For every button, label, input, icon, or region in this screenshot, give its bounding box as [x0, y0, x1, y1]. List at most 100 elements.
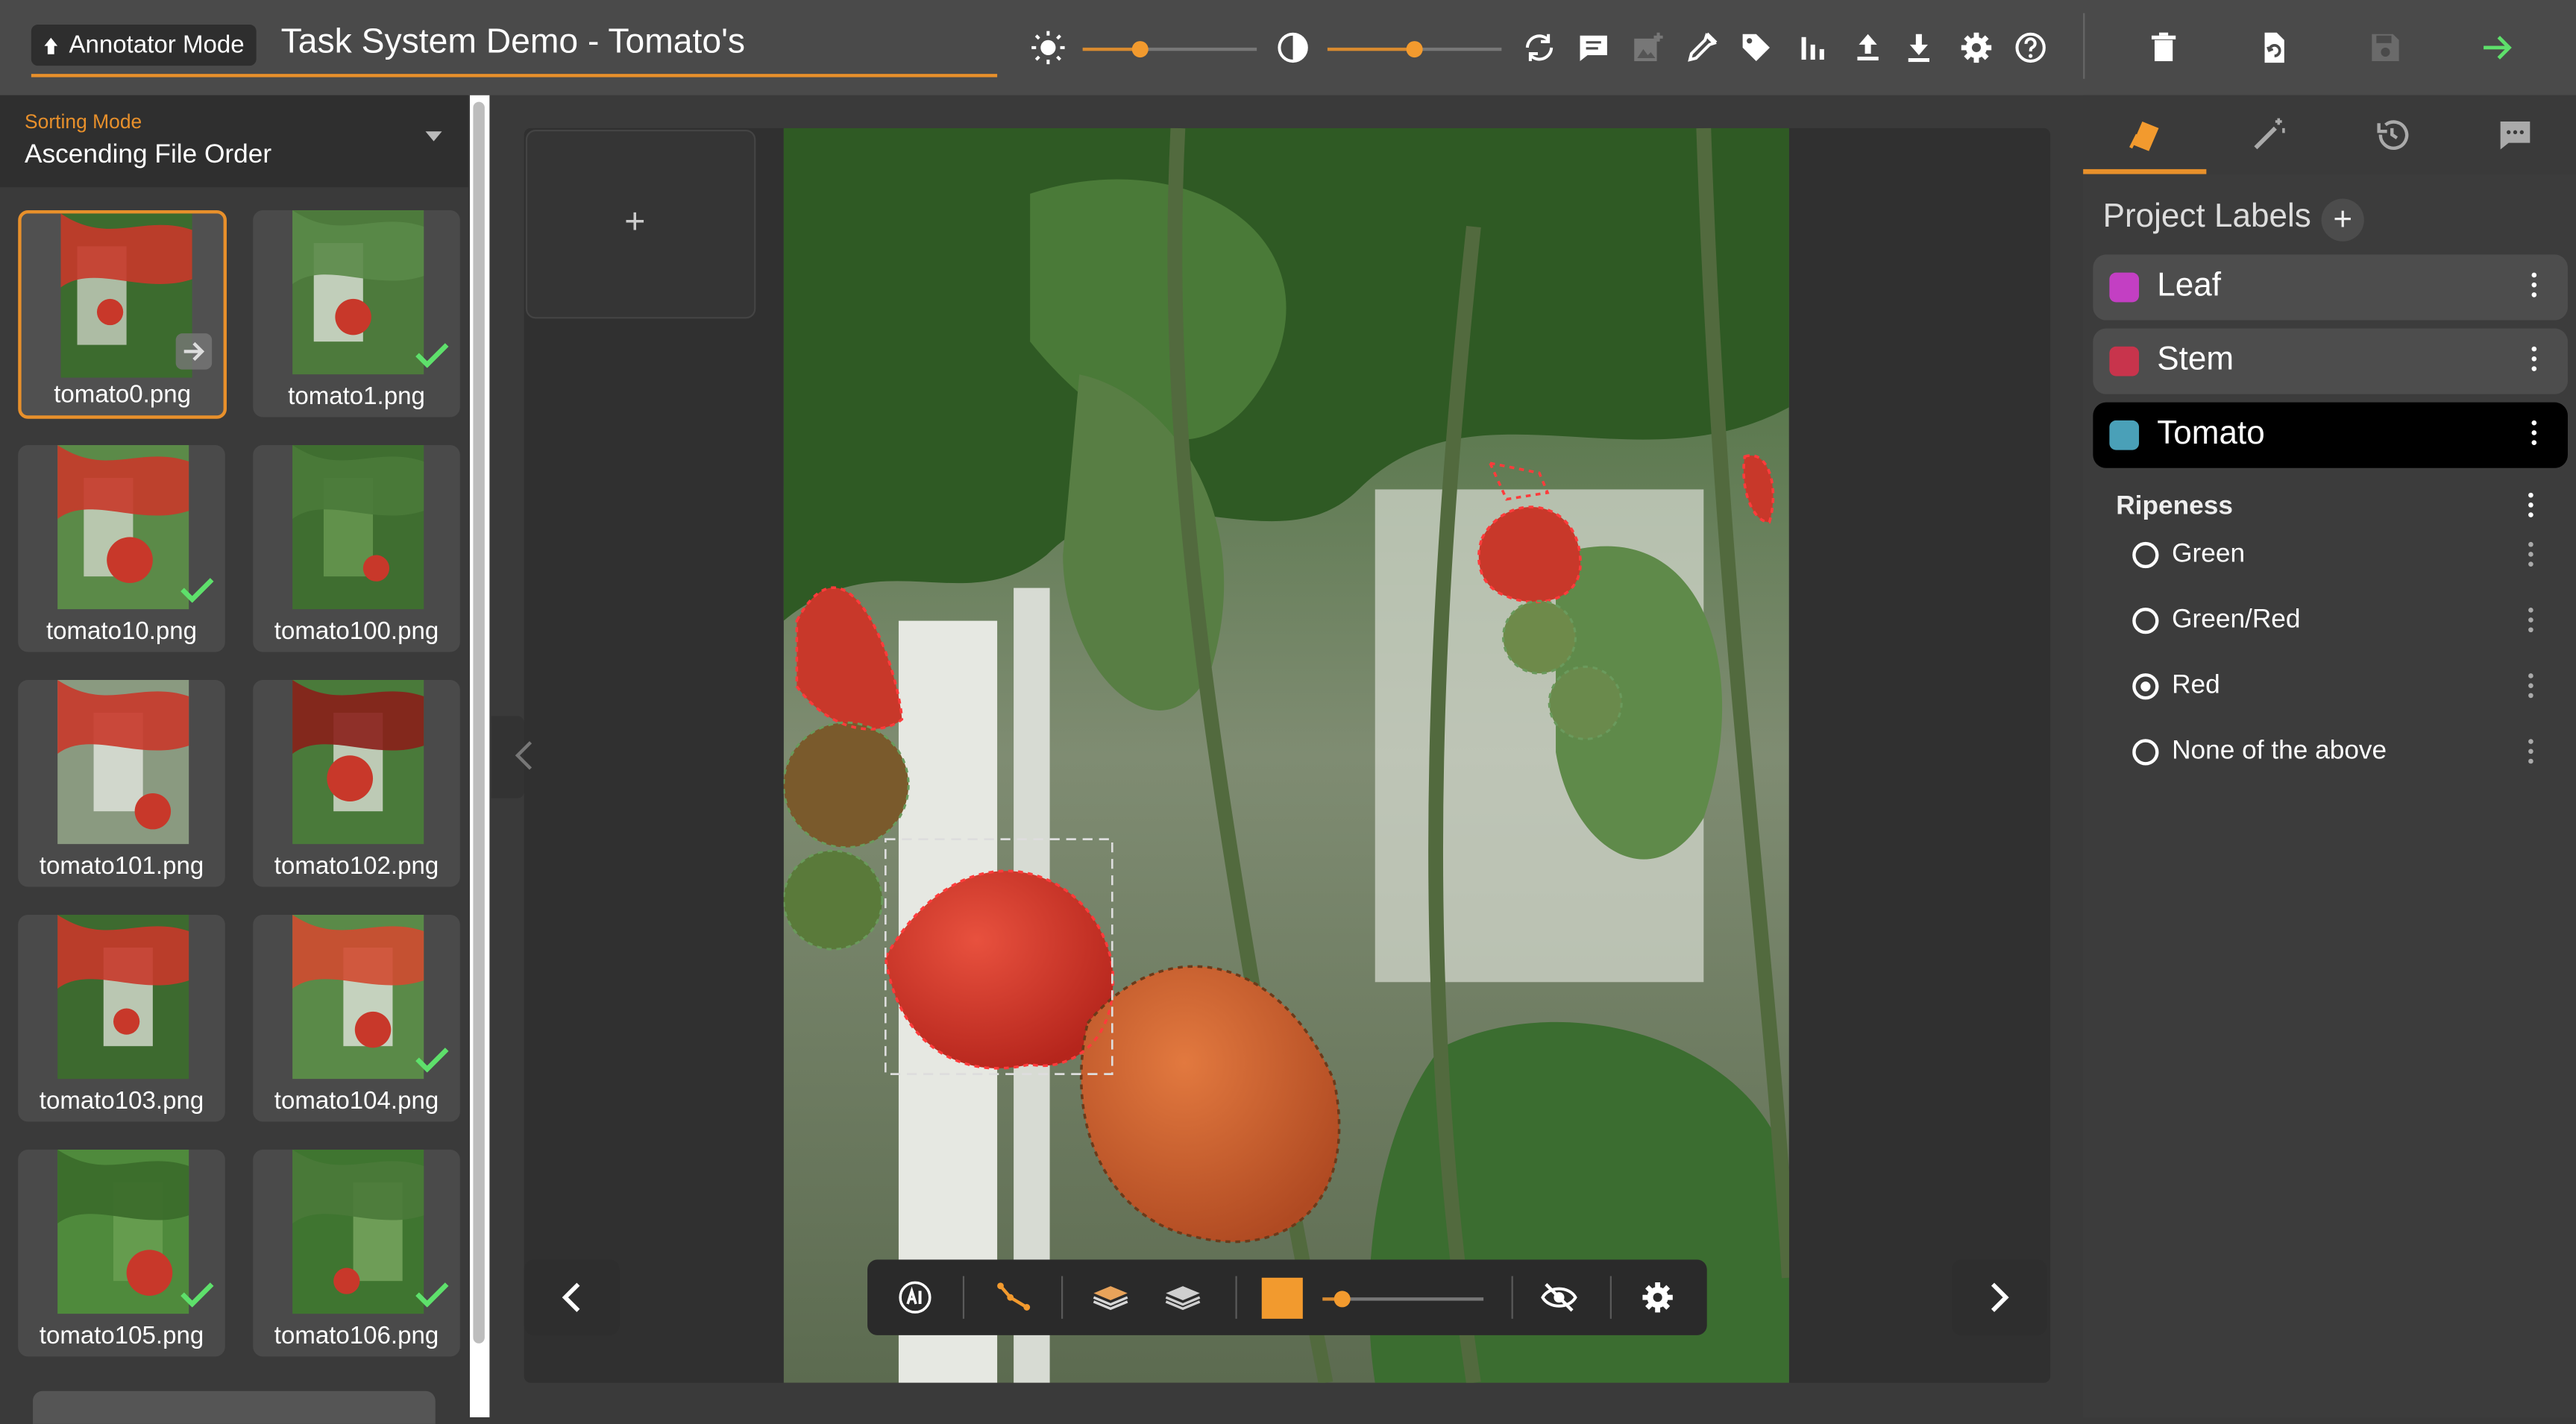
sync-icon[interactable] [1520, 28, 1559, 67]
toolbar-separator [962, 1276, 965, 1319]
label-color-swatch [2109, 420, 2140, 450]
file-thumbnail[interactable]: tomato106.png [253, 1149, 460, 1357]
label-name: Tomato [2157, 415, 2265, 452]
checkmark-icon [180, 1282, 214, 1308]
file-thumbnail[interactable]: tomato1.png [253, 209, 460, 418]
add-image-icon[interactable] [1628, 28, 1668, 67]
polyline-tool-icon[interactable] [994, 1278, 1034, 1317]
sorting-mode-label: Sorting Mode [25, 110, 142, 133]
file-thumbnail[interactable]: tomato10.png [18, 444, 225, 652]
toolbar-separator [1061, 1276, 1064, 1319]
file-name: tomato103.png [39, 1087, 204, 1115]
tag-icon[interactable] [1736, 28, 1776, 67]
file-name: tomato102.png [274, 852, 439, 880]
opacity-slider[interactable] [1322, 1288, 1484, 1311]
upload-icon[interactable] [1848, 28, 1888, 67]
tab-magic-tools[interactable] [2206, 95, 2329, 174]
radio-option[interactable] [2132, 673, 2159, 700]
annotation-color-swatch[interactable] [1261, 1277, 1303, 1319]
label-menu-icon[interactable] [2531, 420, 2539, 450]
contrast-slider[interactable] [1327, 38, 1502, 61]
annotator-mode-badge[interactable]: Annotator Mode [31, 25, 257, 66]
next-image-button[interactable] [1951, 1259, 2047, 1335]
add-label-button[interactable]: + [2321, 198, 2364, 242]
label-menu-icon[interactable] [2531, 346, 2539, 377]
file-thumbnail[interactable]: tomato102.png [253, 679, 460, 887]
file-thumbnail[interactable]: tomato103.png [18, 914, 225, 1122]
label-name: Stem [2157, 341, 2234, 378]
radio-option-label: Green [2172, 540, 2246, 569]
radio-option[interactable] [2132, 541, 2159, 569]
settings-gear-icon[interactable] [1957, 28, 1997, 67]
radio-option[interactable] [2132, 739, 2159, 766]
toolbar-separator [1609, 1276, 1612, 1319]
annotation-image[interactable] [783, 127, 1789, 1383]
radio-option[interactable] [2132, 608, 2159, 634]
checkmark-icon [180, 578, 214, 603]
hide-annotations-icon[interactable] [1539, 1278, 1579, 1317]
chevron-left-icon [562, 1282, 580, 1312]
project-labels-heading: Project Labels [2102, 198, 2311, 236]
label-tomato[interactable]: Tomato [2093, 402, 2568, 468]
file-thumbnail[interactable]: tomato104.png [253, 914, 460, 1122]
thumbnail-image [292, 679, 424, 845]
bar-chart-icon[interactable] [1792, 28, 1832, 67]
thumbnail-image [57, 679, 189, 845]
file-thumbnail[interactable]: tomato105.png [18, 1149, 225, 1357]
attribute-menu-icon[interactable] [2528, 492, 2535, 523]
sorting-mode-value: Ascending File Order [25, 141, 272, 169]
download-icon[interactable] [1899, 28, 1938, 67]
delete-icon[interactable] [2144, 28, 2184, 67]
brightness-slider[interactable] [1082, 38, 1257, 61]
option-menu-icon[interactable] [2528, 739, 2535, 769]
active-tab-indicator [2083, 168, 2207, 174]
layers-colored-icon[interactable] [1091, 1278, 1131, 1317]
label-color-swatch [2109, 272, 2140, 303]
label-leaf[interactable]: Leaf [2093, 254, 2568, 321]
chevron-right-icon [1991, 1282, 2009, 1312]
toolbar-separator [1511, 1276, 1513, 1319]
radio-option-label: Red [2172, 671, 2220, 700]
tab-history[interactable] [2330, 95, 2453, 174]
help-icon[interactable] [2011, 28, 2050, 67]
settings-gear-icon[interactable] [1638, 1278, 1677, 1317]
add-plus-label: + [624, 200, 646, 242]
tab-labels[interactable] [2083, 95, 2206, 174]
eyedropper-icon[interactable] [1683, 28, 1722, 67]
layers-icon[interactable] [1163, 1278, 1203, 1317]
label-stem[interactable]: Stem [2093, 328, 2568, 394]
option-menu-icon[interactable] [2528, 608, 2535, 637]
radio-option-label: None of the above [2172, 737, 2387, 766]
task-title: Task System Demo - Tomato's [280, 22, 746, 61]
bottom-panel-button[interactable] [33, 1390, 436, 1424]
contrast-icon [1273, 28, 1313, 67]
file-thumbnail[interactable]: tomato0.png [18, 209, 227, 419]
scroll-thumb[interactable] [473, 101, 485, 1343]
thumbnail-image [292, 444, 424, 610]
previous-image-button[interactable] [524, 1259, 620, 1335]
toolbar-divider [2083, 13, 2085, 79]
option-menu-icon[interactable] [2528, 541, 2535, 572]
checkmark-icon [415, 1047, 449, 1073]
thumbnail-image [57, 444, 189, 610]
open-arrow-icon[interactable] [174, 332, 213, 371]
thumbnail-image [60, 213, 192, 378]
file-name: tomato106.png [274, 1322, 439, 1350]
file-thumbnail[interactable]: tomato101.png [18, 679, 225, 887]
ai-assist-icon[interactable] [896, 1278, 935, 1317]
reload-file-icon[interactable] [2254, 28, 2293, 67]
brightness-icon [1028, 28, 1068, 67]
save-icon[interactable] [2366, 28, 2405, 67]
ripeness-attribute-heading: Ripeness [2116, 492, 2233, 521]
file-name: tomato101.png [39, 852, 204, 880]
label-color-swatch [2109, 346, 2140, 377]
caret-down-icon [425, 131, 442, 142]
comment-icon[interactable] [1574, 28, 1613, 67]
mode-label: Annotator Mode [69, 31, 245, 60]
next-task-arrow-icon[interactable] [2478, 28, 2517, 67]
option-menu-icon[interactable] [2528, 673, 2535, 703]
checkmark-icon [415, 1282, 449, 1308]
tab-comments[interactable] [2453, 95, 2576, 174]
file-thumbnail[interactable]: tomato100.png [253, 444, 460, 652]
label-menu-icon[interactable] [2531, 272, 2539, 303]
